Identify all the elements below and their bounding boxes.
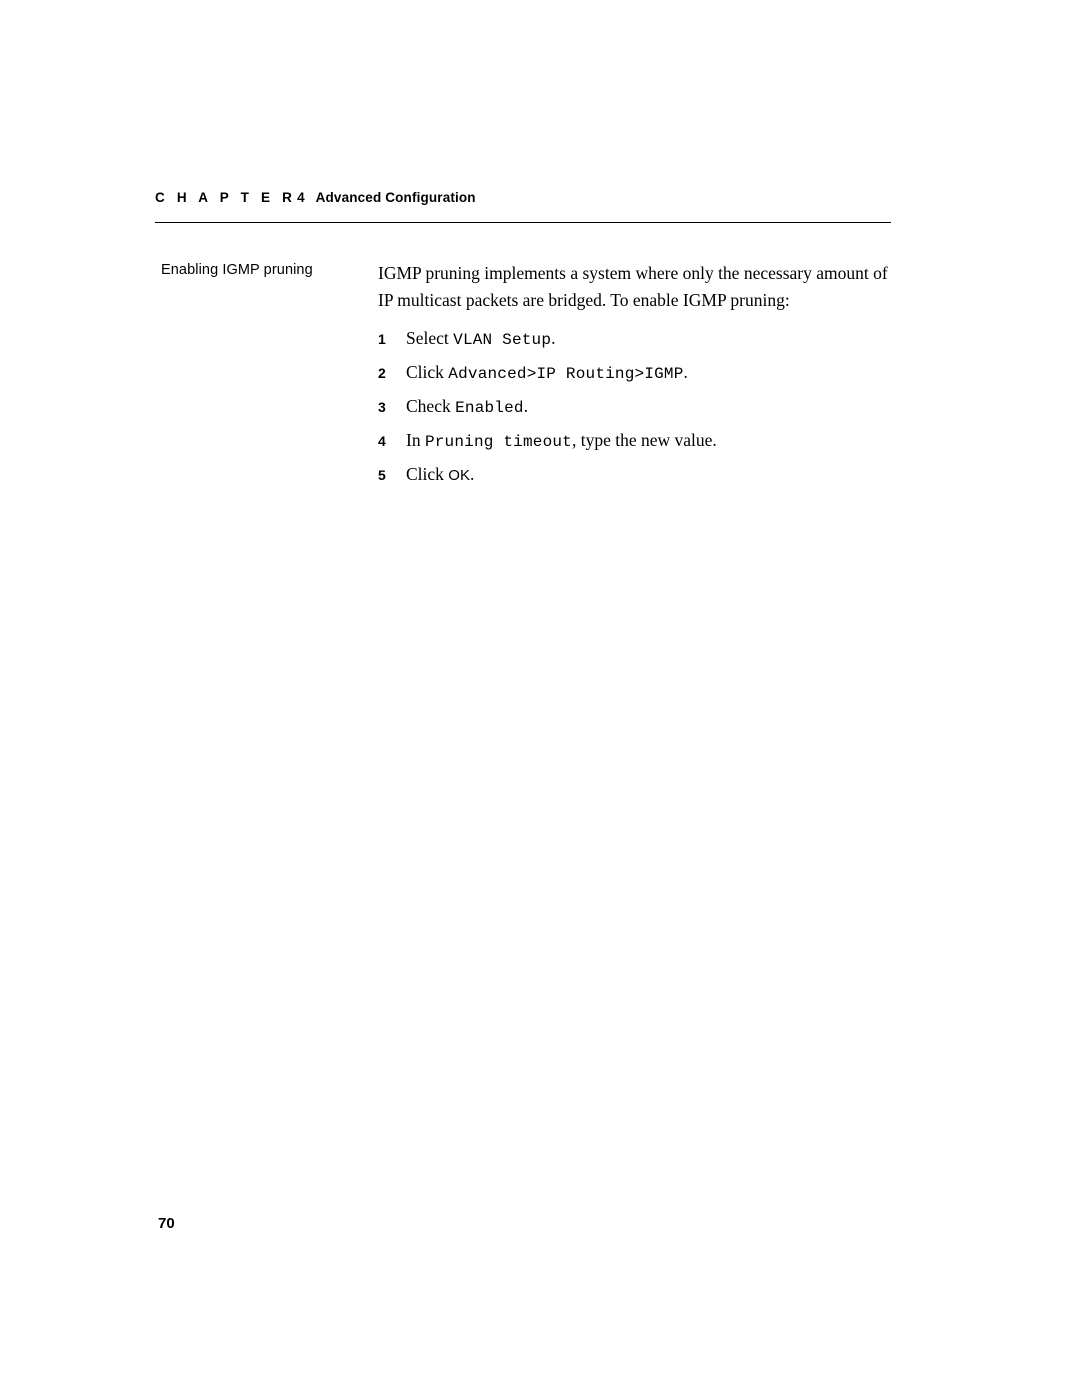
page-number: 70: [158, 1215, 175, 1232]
step-number: 3: [378, 399, 386, 415]
header-divider: [155, 222, 891, 223]
document-page: C H A P T E R 4 Advanced Configuration E…: [0, 0, 1080, 1397]
page-header: C H A P T E R 4 Advanced Configuration: [155, 190, 891, 212]
step-text: Click Advanced>IP Routing>IGMP.: [406, 360, 688, 386]
step-code: Pruning timeout: [424, 433, 572, 451]
body-column: IGMP pruning implements a system where o…: [378, 260, 898, 496]
step-lead: Click: [406, 464, 449, 484]
step-text: In Pruning timeout, type the new value.: [406, 428, 717, 454]
chapter-number: 4: [297, 190, 305, 205]
list-item: 4 In Pruning timeout, type the new value…: [378, 428, 898, 454]
step-tail: , type the new value.: [571, 430, 717, 450]
list-item: 5 Click OK.: [378, 462, 898, 488]
chapter-label: C H A P T E R: [155, 190, 297, 205]
section-side-heading: Enabling IGMP pruning: [161, 262, 313, 278]
step-number: 5: [378, 467, 386, 483]
list-item: 1 Select VLAN Setup.: [378, 326, 898, 352]
step-tail: .: [683, 362, 688, 382]
step-text: Check Enabled.: [406, 394, 528, 420]
step-tail: .: [469, 464, 475, 484]
step-lead: Select: [406, 328, 454, 348]
step-code: Advanced>IP Routing>IGMP: [448, 365, 684, 383]
steps-list: 1 Select VLAN Setup. 2 Click Advanced>IP…: [378, 326, 898, 488]
step-code: OK: [448, 467, 470, 484]
step-tail: .: [551, 328, 556, 348]
step-code: VLAN Setup: [453, 331, 552, 349]
step-number: 4: [378, 433, 386, 449]
chapter-title: Advanced Configuration: [315, 190, 476, 205]
step-number: 1: [378, 331, 386, 347]
step-tail: .: [523, 396, 529, 416]
step-lead: Check: [406, 396, 456, 416]
list-item: 3 Check Enabled.: [378, 394, 898, 420]
chapter-line: C H A P T E R 4 Advanced Configuration: [155, 190, 891, 212]
step-lead: Click: [406, 362, 449, 382]
step-text: Select VLAN Setup.: [406, 326, 556, 352]
step-text: Click OK.: [406, 462, 474, 488]
step-code: Enabled: [455, 399, 524, 417]
step-number: 2: [378, 365, 386, 381]
step-lead: In: [406, 430, 425, 450]
list-item: 2 Click Advanced>IP Routing>IGMP.: [378, 360, 898, 386]
intro-paragraph: IGMP pruning implements a system where o…: [378, 263, 888, 310]
